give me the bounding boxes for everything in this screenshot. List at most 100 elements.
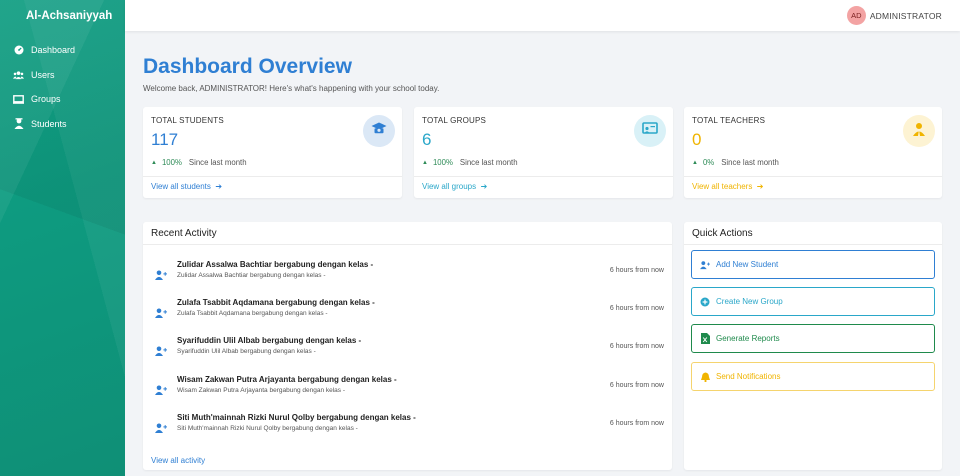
user-plus-icon bbox=[155, 382, 167, 395]
activity-time: 6 hours from now bbox=[609, 420, 664, 427]
activity-title: Syarifuddin Ulil Albab bergabung dengan … bbox=[177, 336, 362, 345]
divider bbox=[684, 244, 942, 245]
list-item[interactable]: Syarifuddin Ulil Albab bergabung dengan … bbox=[143, 334, 672, 370]
add-new-student-button[interactable]: Add New Student bbox=[691, 250, 935, 279]
avatar[interactable]: AD bbox=[846, 6, 866, 25]
stat-since: Since last month bbox=[721, 158, 779, 167]
sidebar-item-label: Users bbox=[31, 69, 55, 80]
user-name[interactable]: ADMINISTRATOR bbox=[870, 11, 942, 21]
stat-percent: 0% bbox=[702, 158, 715, 167]
user-plus-icon bbox=[155, 420, 167, 433]
sidebar-item-label: Groups bbox=[31, 94, 61, 105]
caret-up-icon: ▲ bbox=[692, 159, 698, 166]
view-all-activity-link[interactable]: View all activity bbox=[151, 456, 205, 465]
arrow-right-icon: ➔ bbox=[213, 182, 223, 191]
arrow-right-icon: ➔ bbox=[754, 182, 764, 191]
list-item[interactable]: Wisam Zakwan Putra Arjayanta bergabung d… bbox=[143, 373, 672, 409]
user-menu[interactable]: AD ADMINISTRATOR bbox=[846, 6, 942, 25]
link-label: View all students bbox=[151, 182, 211, 191]
recent-activity-panel: Recent Activity Zulidar Assalwa Bachtiar… bbox=[143, 222, 672, 470]
activity-time: 6 hours from now bbox=[609, 305, 664, 312]
stat-percent: 100% bbox=[432, 158, 453, 167]
view-all-students-link[interactable]: View all students ➔ bbox=[151, 182, 222, 191]
activity-time: 6 hours from now bbox=[609, 343, 664, 350]
activity-desc: Wisam Zakwan Putra Arjayanta bergabung d… bbox=[177, 387, 346, 394]
activity-title: Wisam Zakwan Putra Arjayanta bergabung d… bbox=[177, 375, 397, 384]
arrow-right-icon: ➔ bbox=[478, 182, 488, 191]
user-plus-icon bbox=[700, 260, 710, 270]
sidebar-item-students[interactable]: Students bbox=[0, 112, 125, 137]
activity-desc: Siti Muth'mainnah Rizki Nurul Qolby berg… bbox=[177, 425, 358, 432]
user-plus-icon bbox=[155, 305, 167, 318]
button-label: Create New Group bbox=[716, 297, 783, 306]
stat-label: TOTAL TEACHERS bbox=[692, 116, 766, 125]
activity-title: Zulafa Tsabbit Aqdamana bergabung dengan… bbox=[177, 298, 375, 307]
stat-label: TOTAL STUDENTS bbox=[151, 116, 224, 125]
list-item[interactable]: Zulafa Tsabbit Aqdamana bergabung dengan… bbox=[143, 296, 672, 332]
dashboard-icon bbox=[13, 45, 24, 56]
stat-badge bbox=[903, 115, 935, 147]
activity-title: Siti Muth'mainnah Rizki Nurul Qolby berg… bbox=[177, 413, 416, 422]
link-label: View all groups bbox=[422, 182, 477, 191]
user-plus-icon bbox=[155, 267, 167, 280]
activity-time: 6 hours from now bbox=[609, 267, 664, 274]
view-all-teachers-link[interactable]: View all teachers ➔ bbox=[692, 182, 764, 191]
stat-value: 117 bbox=[151, 130, 179, 149]
users-icon bbox=[13, 69, 24, 80]
button-label: Add New Student bbox=[716, 260, 779, 269]
recent-activity-title: Recent Activity bbox=[151, 228, 217, 239]
stat-since: Since last month bbox=[188, 158, 247, 167]
stat-card-students: TOTAL STUDENTS 117 ▲ 100% Since last mon… bbox=[143, 107, 402, 198]
sidebar-item-label: Dashboard bbox=[31, 45, 76, 56]
list-item[interactable]: Zulidar Assalwa Bachtiar bergabung denga… bbox=[143, 258, 672, 294]
button-label: Generate Reports bbox=[716, 334, 780, 343]
teacher-icon bbox=[912, 122, 926, 141]
divider bbox=[684, 176, 942, 177]
sidebar-item-groups[interactable]: Groups bbox=[0, 87, 125, 112]
view-all-groups-link[interactable]: View all groups ➔ bbox=[422, 182, 487, 191]
brand-name[interactable]: Al-Achsaniyyah bbox=[0, 0, 125, 32]
list-item[interactable]: Siti Muth'mainnah Rizki Nurul Qolby berg… bbox=[143, 411, 672, 447]
stat-badge bbox=[634, 115, 666, 147]
create-new-group-button[interactable]: Create New Group bbox=[691, 287, 935, 316]
students-icon bbox=[13, 118, 24, 130]
stat-value: 0 bbox=[692, 130, 702, 149]
stat-card-groups: TOTAL GROUPS 6 ▲ 100% Since last month V… bbox=[414, 107, 673, 198]
activity-desc: Syarifuddin Ulil Albab bergabung dengan … bbox=[177, 348, 316, 355]
caret-up-icon: ▲ bbox=[151, 159, 157, 166]
activity-time: 6 hours from now bbox=[609, 382, 664, 389]
button-label: Send Notifications bbox=[716, 372, 781, 381]
sidebar-item-users[interactable]: Users bbox=[0, 63, 125, 88]
activity-desc: Zulafa Tsabbit Aqdamana bergabung dengan… bbox=[177, 310, 328, 317]
divider bbox=[414, 176, 673, 177]
stat-badge bbox=[363, 115, 395, 147]
page-title: Dashboard Overview bbox=[143, 55, 352, 78]
stat-trend: ▲ 0% Since last month bbox=[692, 158, 779, 167]
stat-percent: 100% bbox=[161, 158, 182, 167]
bell-icon bbox=[700, 372, 710, 382]
chalkboard-icon bbox=[642, 122, 658, 140]
stat-label: TOTAL GROUPS bbox=[422, 116, 487, 125]
send-notifications-button[interactable]: Send Notifications bbox=[691, 362, 935, 391]
stat-value: 6 bbox=[422, 130, 432, 149]
file-excel-icon bbox=[700, 333, 710, 344]
graduation-cap-icon bbox=[371, 122, 387, 141]
generate-reports-button[interactable]: Generate Reports bbox=[691, 324, 935, 353]
user-plus-icon bbox=[155, 343, 167, 356]
activity-title: Zulidar Assalwa Bachtiar bergabung denga… bbox=[177, 260, 374, 269]
plus-circle-icon bbox=[700, 297, 710, 307]
stat-trend: ▲ 100% Since last month bbox=[151, 158, 247, 167]
caret-up-icon: ▲ bbox=[422, 159, 428, 166]
activity-desc: Zulidar Assalwa Bachtiar bergabung denga… bbox=[177, 272, 326, 279]
topbar: AD ADMINISTRATOR bbox=[125, 0, 960, 31]
page-subtitle: Welcome back, ADMINISTRATOR! Here's what… bbox=[143, 84, 440, 93]
sidebar-nav: Dashboard Users Groups Students bbox=[0, 38, 125, 136]
stat-trend: ▲ 100% Since last month bbox=[422, 158, 518, 167]
sidebar-item-dashboard[interactable]: Dashboard bbox=[0, 38, 125, 63]
link-label: View all teachers bbox=[692, 182, 753, 191]
sidebar: Al-Achsaniyyah Dashboard Users Groups St… bbox=[0, 0, 125, 476]
divider bbox=[143, 176, 402, 177]
sidebar-item-label: Students bbox=[31, 118, 67, 129]
quick-actions-panel: Quick Actions Add New Student Create New… bbox=[684, 222, 942, 470]
stat-card-teachers: TOTAL TEACHERS 0 ▲ 0% Since last month V… bbox=[684, 107, 942, 198]
